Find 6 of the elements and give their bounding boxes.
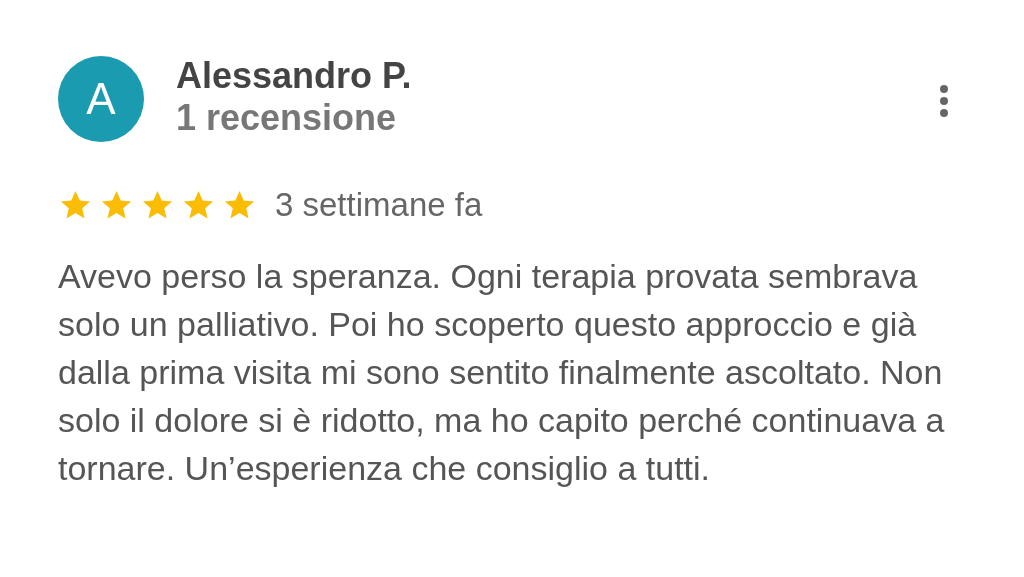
review-text: Avevo perso la speranza. Ogni terapia provata sembrava solo un palliativo. Poi ho scoperto questo approccio e già dalla prima visita mi sono sentito finalmente ascoltato. Non solo il dolore si è ridotto, ma ho capito perché continuava a tornare. Un’esperienza che consiglio a tutti.	[58, 256, 946, 489]
more-options-icon[interactable]	[938, 84, 950, 118]
review-count: 1 recensione	[176, 96, 398, 140]
avatar: A	[58, 56, 144, 142]
review-time: 3 settimane fa	[275, 186, 483, 224]
author-name[interactable]: Alessandro P.	[176, 56, 938, 96]
